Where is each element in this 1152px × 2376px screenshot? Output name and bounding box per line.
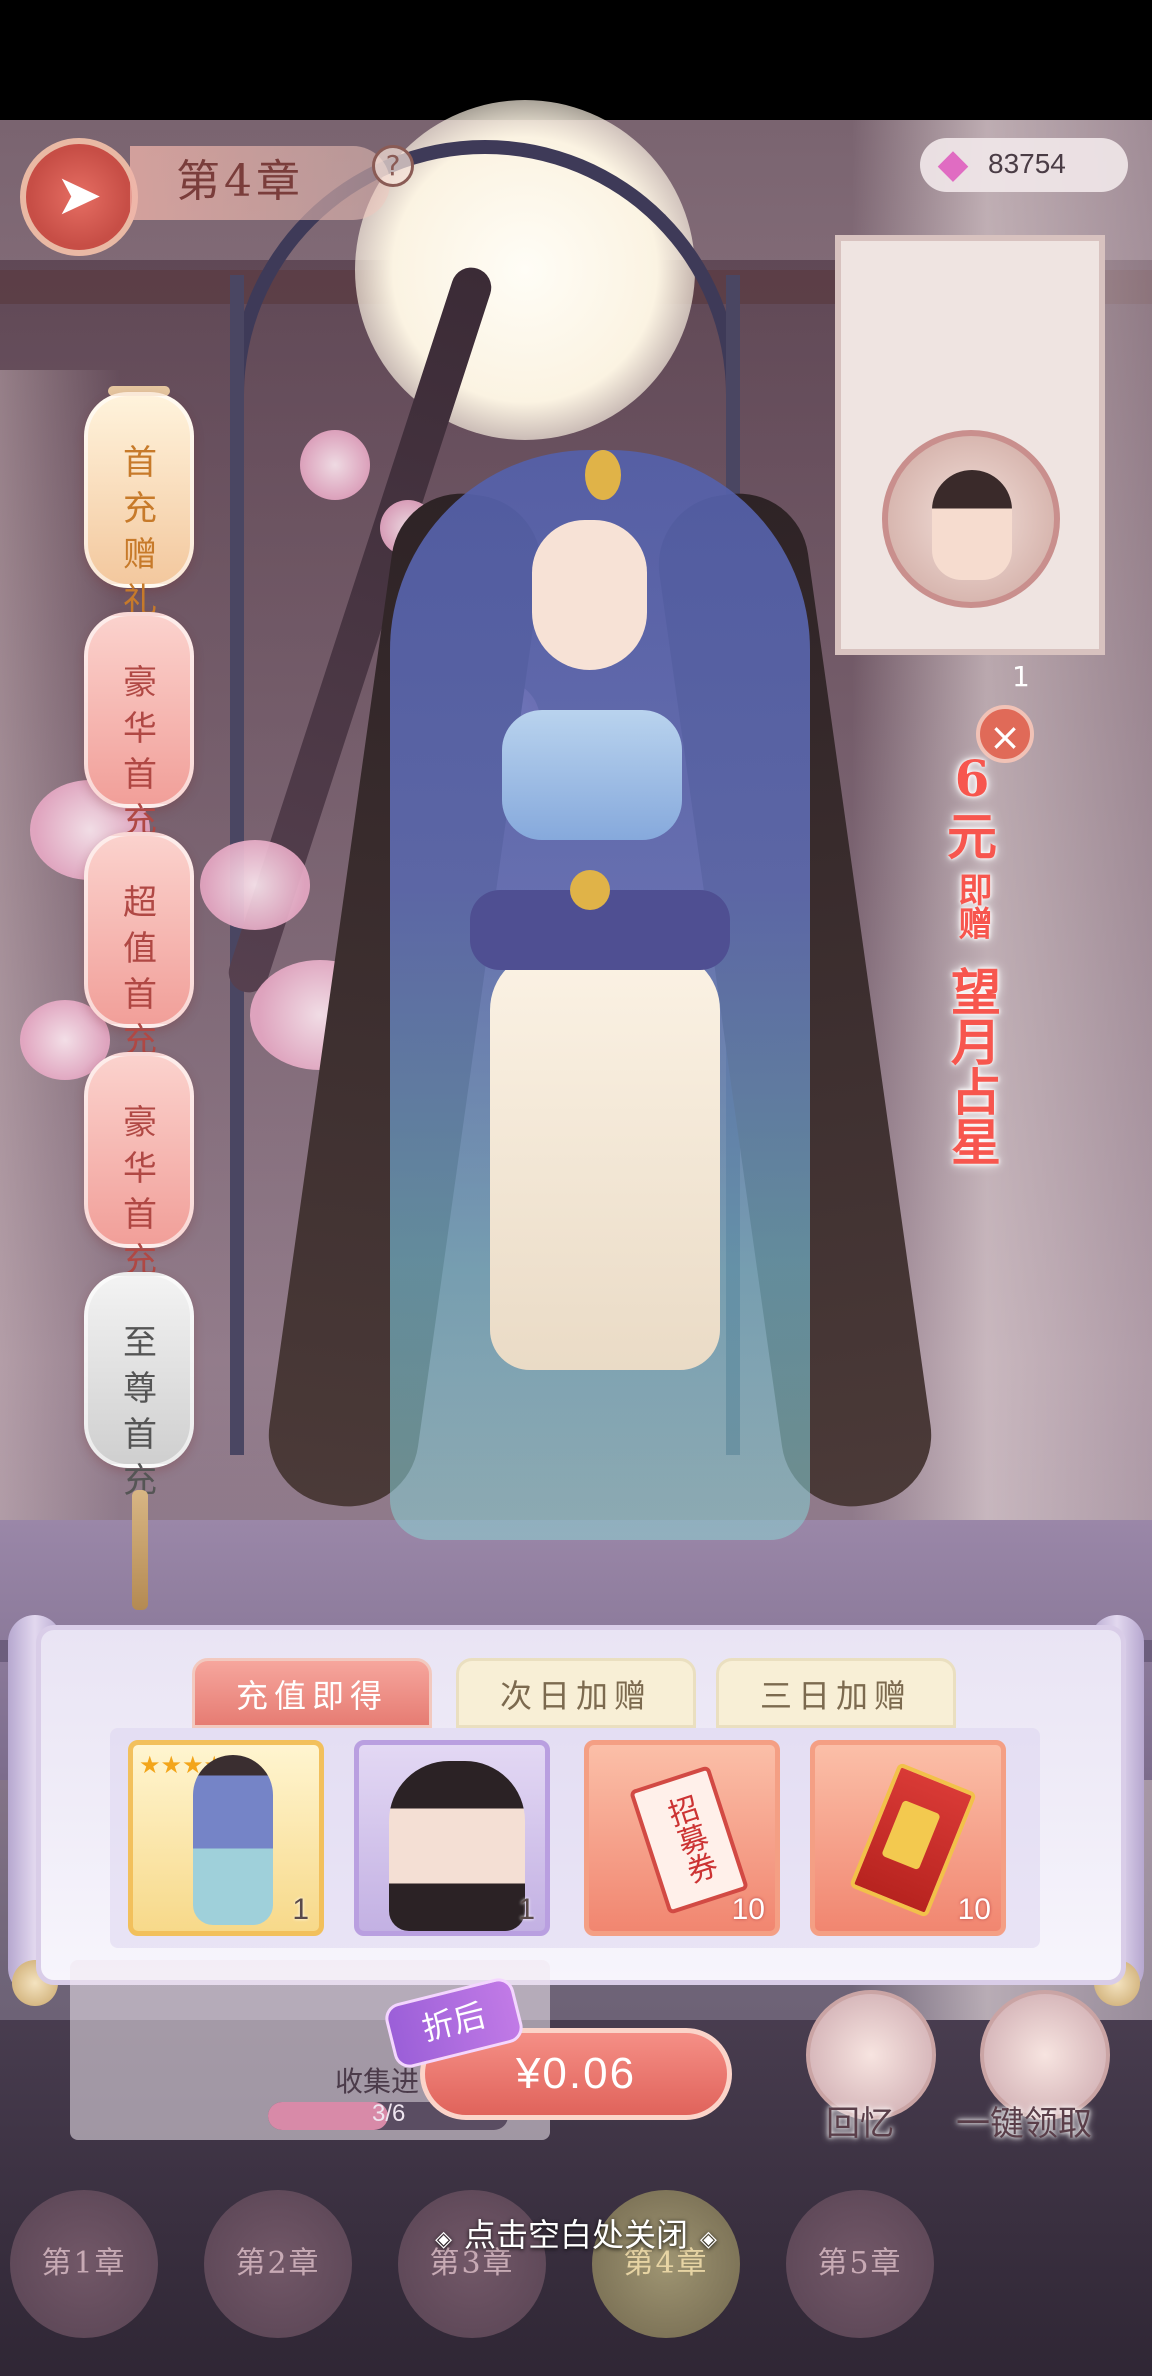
lantern-tassel xyxy=(132,1490,148,1610)
promo-text: 6 元 即赠 望月占星 xyxy=(932,750,1012,1186)
tab-next-day-bonus[interactable]: 次日加赠 xyxy=(456,1658,696,1728)
back-arrow-icon: ➤ xyxy=(55,163,103,228)
reward-count: 1 xyxy=(518,1893,535,1926)
tab-label-line: 首充 xyxy=(123,755,173,841)
tab-deluxe-first-charge-2[interactable]: 豪华 首充 xyxy=(84,1052,194,1281)
close-hint[interactable]: ◈ 点击空白处关闭 ◈ xyxy=(0,2210,1152,2256)
tab-deluxe-first-charge-1[interactable]: 豪华 首充 xyxy=(84,612,194,841)
tab-label-line: 赠礼 xyxy=(123,535,173,621)
tab-label-line: 豪华 xyxy=(123,1103,173,1189)
ornament xyxy=(585,450,621,500)
tab-label-line: 首充 xyxy=(123,443,173,529)
promo-amount: 6 xyxy=(954,749,990,808)
reward-character-tile[interactable]: 1 xyxy=(354,1740,550,1936)
status-bar xyxy=(0,0,1152,120)
tab-third-day-bonus[interactable]: 三日加赠 xyxy=(716,1658,956,1728)
tab-value-first-charge[interactable]: 超值 首充 xyxy=(84,832,194,1061)
tab-label-line: 首充 xyxy=(123,1415,173,1501)
tab-supreme-first-charge[interactable]: 至尊 首充 xyxy=(84,1272,194,1501)
diamond-deco-icon: ◈ xyxy=(700,2227,717,2252)
promo-prefix: 即赠 xyxy=(952,872,992,940)
reward-count: 10 xyxy=(957,1893,991,1926)
diamond-deco-icon: ◈ xyxy=(435,2227,452,2252)
help-icon[interactable]: ? xyxy=(372,145,414,187)
ornament xyxy=(570,870,610,910)
promo-outfit-name: 望月占星 xyxy=(943,966,1002,1166)
claim-all-label: 一键领取 xyxy=(956,2104,1092,2144)
outfit-figure xyxy=(193,1755,273,1925)
star-rating: ★★★★★ xyxy=(139,1751,247,1779)
back-button[interactable]: ➤ xyxy=(20,138,138,256)
character-portrait xyxy=(389,1761,525,1931)
character-pants xyxy=(490,950,720,1370)
collection-progress-text: 3/6 xyxy=(372,2100,406,2127)
tab-first-charge-gift[interactable]: 首充 赠礼 xyxy=(84,392,194,621)
reward-count: 10 xyxy=(731,1893,765,1926)
close-hint-text: 点击空白处关闭 xyxy=(463,2216,688,2254)
character-top xyxy=(502,710,682,840)
reward-recruit-ticket-tile[interactable]: 招募券 10 xyxy=(584,1740,780,1936)
featured-character xyxy=(240,330,960,1590)
reward-red-envelope-tile[interactable]: 10 xyxy=(810,1740,1006,1936)
tab-instant-reward[interactable]: 充值即得 xyxy=(192,1658,432,1728)
reward-count: 1 xyxy=(292,1893,309,1926)
tab-label-line: 至尊 xyxy=(123,1323,173,1409)
memory-label: 回忆 xyxy=(826,2104,894,2144)
diamond-icon: ◆ xyxy=(937,141,969,187)
character-face xyxy=(532,520,647,670)
gem-count: 83754 xyxy=(988,148,1066,179)
chapter-title: 第4章 xyxy=(130,146,390,220)
tab-label-line: 超值 xyxy=(123,883,173,969)
tab-label-line: 豪华 xyxy=(123,663,173,749)
reward-outfit-tile[interactable]: ★★★★★ 1 xyxy=(128,1740,324,1936)
tab-label-line: 首充 xyxy=(123,1195,173,1281)
promo-unit: 元 xyxy=(947,807,997,866)
collection-progress-fill xyxy=(268,2102,388,2130)
portrait-count: 1 xyxy=(1012,660,1030,693)
tab-label-line: 首充 xyxy=(123,975,173,1061)
